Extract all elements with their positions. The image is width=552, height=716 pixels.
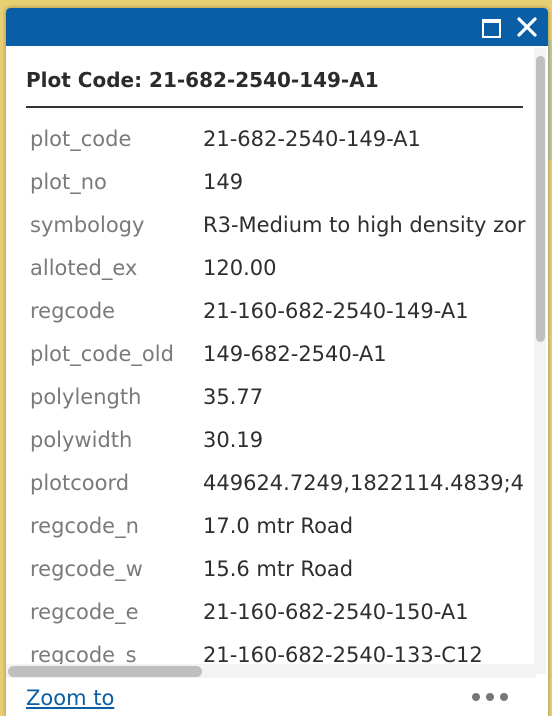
popup-footer: Zoom to	[6, 678, 548, 716]
title-divider	[26, 106, 523, 108]
attribute-key: regcode_w	[30, 557, 143, 581]
attribute-value: 449624.7249,1822114.4839;4	[203, 471, 525, 495]
maximize-button[interactable]	[478, 14, 504, 40]
attribute-row: regcode_w 15.6 mtr Road	[6, 548, 536, 591]
attribute-value: 30.19	[203, 428, 264, 452]
attribute-value: 17.0 mtr Road	[203, 514, 354, 538]
attribute-row: alloted_ex 120.00	[6, 247, 536, 290]
attribute-value: 21-160-682-2540-149-A1	[203, 299, 469, 323]
attribute-row: regcode 21-160-682-2540-149-A1	[6, 290, 536, 333]
attribute-row: plot_code_old 149-682-2540-A1	[6, 333, 536, 376]
attribute-value: 35.77	[203, 385, 264, 409]
attribute-row: regcode_e 21-160-682-2540-150-A1	[6, 591, 536, 634]
attribute-key: regcode_n	[30, 514, 139, 538]
attribute-key: plot_no	[30, 170, 107, 194]
attribute-value: 149-682-2540-A1	[203, 342, 387, 366]
close-icon	[517, 17, 537, 37]
popup-title: Plot Code: 21-682-2540-149-A1	[26, 68, 379, 92]
attribute-value: 21-682-2540-149-A1	[203, 127, 421, 151]
attribute-key: plotcoord	[30, 471, 130, 495]
attribute-key: regcode_e	[30, 600, 139, 624]
horizontal-scroll-thumb[interactable]	[8, 666, 202, 677]
attribute-value: 15.6 mtr Road	[203, 557, 354, 581]
attribute-row: regcode_n 17.0 mtr Road	[6, 505, 536, 548]
more-options-button[interactable]	[470, 686, 510, 708]
attribute-key: alloted_ex	[30, 256, 138, 280]
attribute-key: plot_code_old	[30, 342, 174, 366]
attribute-key: plot_code	[30, 127, 132, 151]
attribute-value: 120.00	[203, 256, 277, 280]
attribute-row: plotcoord 449624.7249,1822114.4839;4	[6, 462, 536, 505]
zoom-to-link[interactable]: Zoom to	[26, 686, 114, 710]
close-button[interactable]	[512, 12, 542, 42]
attribute-key: symbology	[30, 213, 145, 237]
attribute-table: plot_code 21-682-2540-149-A1 plot_no 149…	[6, 118, 536, 674]
vertical-scroll-thumb[interactable]	[536, 56, 545, 342]
feature-popup: Plot Code: 21-682-2540-149-A1 plot_code …	[6, 8, 548, 716]
attribute-row: plot_no 149	[6, 161, 536, 204]
attribute-key: polylength	[30, 385, 142, 409]
attribute-row: polylength 35.77	[6, 376, 536, 419]
attribute-key: regcode	[30, 299, 116, 323]
attribute-value: 21-160-682-2540-150-A1	[203, 600, 469, 624]
attribute-row: polywidth 30.19	[6, 419, 536, 462]
attribute-row: plot_code 21-682-2540-149-A1	[6, 118, 536, 161]
popup-titlebar	[6, 8, 548, 46]
attribute-value: 149	[203, 170, 244, 194]
attribute-key: polywidth	[30, 428, 133, 452]
attribute-row: symbology R3-Medium to high density zor	[6, 204, 536, 247]
attribute-value: R3-Medium to high density zor	[203, 213, 526, 237]
maximize-icon	[482, 19, 501, 38]
